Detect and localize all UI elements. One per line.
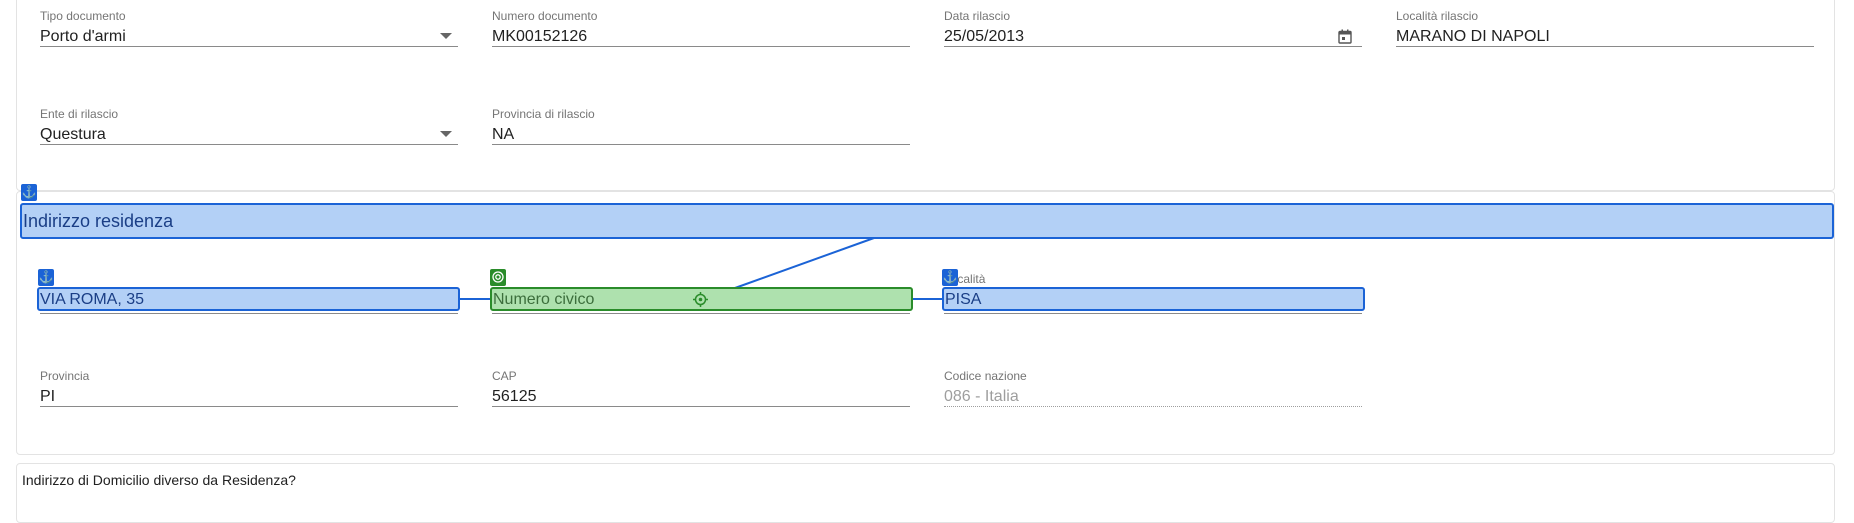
- indirizzo-value: VIA ROMA, 35: [40, 291, 145, 308]
- crosshair-icon: [693, 292, 708, 307]
- domicilio-question: Indirizzo di Domicilio diverso da Reside…: [22, 472, 296, 488]
- anchor-icon: ⚓: [21, 184, 37, 201]
- overlay-connectors: [460, 237, 943, 300]
- localita-field[interactable]: [942, 287, 1365, 311]
- numero-civico-placeholder: Numero civico: [493, 291, 595, 308]
- anchor-icon: ⚓: [942, 269, 958, 286]
- target-icon: [490, 269, 506, 286]
- section-header-highlight: [20, 203, 1834, 239]
- section-title: Indirizzo residenza: [23, 211, 174, 231]
- anchor-icon: ⚓: [38, 269, 54, 286]
- localita-value: PISA: [945, 291, 982, 308]
